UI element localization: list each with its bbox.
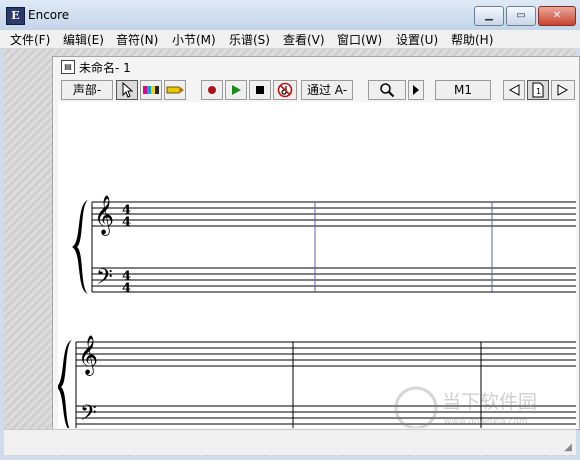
measure-label: M1 [454, 83, 472, 97]
document-icon: ▤ [61, 60, 75, 74]
record-button[interactable] [201, 80, 223, 100]
menu-notes[interactable]: 音符(N) [116, 31, 158, 48]
zoom-button[interactable] [368, 80, 406, 100]
close-button[interactable]: ✕ [538, 6, 576, 26]
status-bar: ◢ [4, 429, 576, 455]
menu-help[interactable]: 帮助(H) [451, 31, 493, 48]
menu-edit[interactable]: 编辑(E) [63, 31, 104, 48]
menu-score[interactable]: 乐谱(S) [229, 31, 270, 48]
svg-text:1: 1 [536, 87, 541, 96]
bass-clef-1: 𝄢 [96, 265, 113, 295]
treble-clef-2: 𝄞 [78, 335, 98, 376]
treble-clef-1: 𝄞 [94, 195, 114, 236]
treble-staff-2 [76, 341, 576, 367]
pass-dropdown[interactable]: 通过 A- [301, 80, 353, 100]
system-2: 𝄞 𝄢 [58, 335, 576, 428]
minimize-button[interactable]: ▁ [474, 6, 504, 26]
prev-page-icon [508, 84, 520, 96]
time-sig-bottom-treble: 4 [122, 215, 131, 230]
color-bars-icon [143, 86, 159, 94]
system-1-brace [72, 200, 88, 294]
maximize-icon: ▭ [516, 10, 526, 21]
play-arrow-icon [413, 85, 419, 95]
select-tool-button[interactable] [116, 80, 138, 100]
title-bar: E Encore ▁ ▭ ✕ [0, 0, 580, 31]
pencil-icon [166, 86, 184, 94]
score-svg: 𝄞 𝄢 4 4 4 4 𝄞 𝄢 当下软件园 www.downxia.com [58, 195, 576, 428]
menu-view[interactable]: 查看(V) [283, 31, 325, 48]
menu-measure[interactable]: 小节(M) [172, 31, 216, 48]
minimize-icon: ▁ [485, 10, 493, 21]
zoom-menu-button[interactable] [408, 80, 424, 100]
play-icon [232, 85, 241, 95]
watermark: 当下软件园 www.downxia.com [394, 386, 537, 428]
magnifier-icon [380, 83, 395, 98]
bass-staff-1 [92, 267, 576, 293]
app-title: Encore [28, 8, 70, 22]
mute-button[interactable] [273, 80, 297, 100]
menu-file[interactable]: 文件(F) [10, 31, 50, 48]
voice-dropdown[interactable]: 声部- [61, 80, 113, 100]
pencil-tool-button[interactable] [164, 80, 186, 100]
measure-indicator[interactable]: M1 [435, 80, 491, 100]
next-page-icon [557, 84, 569, 96]
stop-icon [256, 86, 264, 94]
stop-button[interactable] [249, 80, 271, 100]
menu-bar: 文件(F) 编辑(E) 音符(N) 小节(M) 乐谱(S) 查看(V) 窗口(W… [0, 30, 580, 49]
menu-window[interactable]: 窗口(W) [337, 31, 382, 48]
close-icon: ✕ [552, 10, 562, 21]
page-icon: 1 [532, 82, 544, 98]
time-sig-bottom-bass: 4 [122, 281, 131, 296]
page-button[interactable]: 1 [527, 80, 549, 100]
treble-staff-1 [92, 201, 576, 227]
arrow-pointer-icon [122, 81, 134, 98]
pass-label: 通过 A- [306, 83, 348, 97]
watermark-url: www.downxia.com [444, 417, 528, 427]
system-1: 𝄞 𝄢 4 4 4 4 [72, 195, 576, 296]
next-page-button[interactable] [551, 80, 575, 100]
system-2-brace [58, 340, 72, 428]
watermark-logo-icon [394, 386, 438, 428]
play-button[interactable] [225, 80, 247, 100]
record-icon [208, 86, 216, 94]
color-tool-button[interactable] [140, 80, 162, 100]
document-title: 未命名- 1 [79, 61, 131, 75]
voice-label: 声部- [72, 83, 102, 97]
menu-settings[interactable]: 设置(U) [396, 31, 438, 48]
maximize-button[interactable]: ▭ [506, 6, 536, 26]
watermark-brand: 当下软件园 [442, 391, 537, 413]
resize-grip-icon[interactable]: ◢ [564, 442, 572, 453]
score-canvas[interactable]: 𝄞 𝄢 4 4 4 4 𝄞 𝄢 当下软件园 www.downxia.com [58, 102, 576, 428]
encore-app-icon: E [6, 7, 25, 25]
bass-clef-2: 𝄢 [80, 401, 97, 428]
no-sound-icon [277, 82, 293, 98]
prev-page-button[interactable] [503, 80, 525, 100]
